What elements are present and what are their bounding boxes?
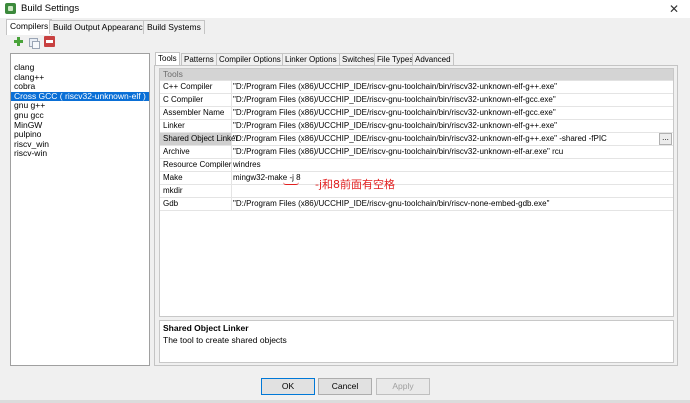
tool-value[interactable]: "D:/Program Files (x86)/UCCHIP_IDE/riscv… xyxy=(233,133,661,145)
tool-value[interactable]: "D:/Program Files (x86)/UCCHIP_IDE/riscv… xyxy=(233,94,661,106)
tab-build-systems[interactable]: Build Systems xyxy=(143,20,205,34)
tool-label: Linker xyxy=(160,120,232,132)
tool-row-c-compiler[interactable]: C Compiler "D:/Program Files (x86)/UCCHI… xyxy=(160,94,673,107)
copy-icon[interactable] xyxy=(29,38,40,49)
browse-button[interactable]: ... xyxy=(659,133,672,145)
tab-compilers[interactable]: Compilers xyxy=(6,19,53,35)
tool-row-resource-compiler[interactable]: Resource Compiler windres xyxy=(160,159,673,172)
annotation-note: -j和8前面有空格 xyxy=(315,178,396,191)
apply-button[interactable]: Apply xyxy=(376,378,430,395)
tab-file-types[interactable]: File Types xyxy=(374,53,417,65)
title-bar: Build Settings ✕ xyxy=(0,0,690,18)
tool-row-shared-object-linker[interactable]: Shared Object Linker "D:/Program Files (… xyxy=(160,133,673,146)
tool-value[interactable]: "D:/Program Files (x86)/UCCHIP_IDE/riscv… xyxy=(233,120,661,132)
ok-button[interactable]: OK xyxy=(261,378,315,395)
app-icon xyxy=(5,3,16,14)
tab-tools[interactable]: Tools xyxy=(155,52,180,66)
compiler-list[interactable]: clang clang++ cobra Cross GCC ( riscv32-… xyxy=(10,53,150,366)
tool-value[interactable]: windres xyxy=(233,159,661,171)
cancel-button[interactable]: Cancel xyxy=(318,378,372,395)
close-button[interactable]: ✕ xyxy=(664,1,684,17)
tab-compiler-options[interactable]: Compiler Options xyxy=(216,53,284,65)
delete-icon[interactable] xyxy=(44,36,55,47)
tool-row-mkdir[interactable]: mkdir xyxy=(160,185,673,198)
tool-row-archive[interactable]: Archive "D:/Program Files (x86)/UCCHIP_I… xyxy=(160,146,673,159)
description-box: Shared Object Linker The tool to create … xyxy=(159,320,674,363)
tools-section-header: Tools xyxy=(160,69,673,81)
tool-value[interactable]: "D:/Program Files (x86)/UCCHIP_IDE/riscv… xyxy=(233,107,661,119)
tool-label: C++ Compiler xyxy=(160,81,232,93)
tab-linker-options[interactable]: Linker Options xyxy=(282,53,340,65)
tool-label: Resource Compiler xyxy=(160,159,232,171)
annotation-underline xyxy=(283,182,299,185)
tool-label: Archive xyxy=(160,146,232,158)
tool-row-assembler[interactable]: Assembler Name "D:/Program Files (x86)/U… xyxy=(160,107,673,120)
tool-value[interactable]: "D:/Program Files (x86)/UCCHIP_IDE/riscv… xyxy=(233,198,661,210)
tab-advanced[interactable]: Advanced xyxy=(412,53,454,65)
tool-label: Gdb xyxy=(160,198,232,210)
tool-label: Make xyxy=(160,172,232,184)
tool-label: Shared Object Linker xyxy=(160,133,238,145)
tool-row-linker[interactable]: Linker "D:/Program Files (x86)/UCCHIP_ID… xyxy=(160,120,673,133)
tab-switches[interactable]: Switches xyxy=(339,53,378,65)
tool-row-gdb[interactable]: Gdb "D:/Program Files (x86)/UCCHIP_IDE/r… xyxy=(160,198,673,211)
tool-value[interactable]: "D:/Program Files (x86)/UCCHIP_IDE/riscv… xyxy=(233,146,661,158)
tool-row-cpp-compiler[interactable]: C++ Compiler "D:/Program Files (x86)/UCC… xyxy=(160,81,673,94)
plus-icon[interactable] xyxy=(13,36,24,47)
tool-value[interactable]: "D:/Program Files (x86)/UCCHIP_IDE/riscv… xyxy=(233,81,661,93)
description-title: Shared Object Linker xyxy=(163,323,249,333)
compiler-item-riscv-win[interactable]: riscv-win xyxy=(11,149,149,159)
tools-property-grid: Tools C++ Compiler "D:/Program Files (x8… xyxy=(159,68,674,317)
tool-label: mkdir xyxy=(160,185,232,197)
tool-label: Assembler Name xyxy=(160,107,232,119)
tab-build-output-appearance[interactable]: Build Output Appearance xyxy=(49,20,152,34)
window-title: Build Settings xyxy=(21,3,80,14)
tab-patterns[interactable]: Patterns xyxy=(181,53,217,65)
tool-label: C Compiler xyxy=(160,94,232,106)
description-text: The tool to create shared objects xyxy=(163,335,287,345)
tool-row-make[interactable]: Make mingw32-make -j 8 xyxy=(160,172,673,185)
